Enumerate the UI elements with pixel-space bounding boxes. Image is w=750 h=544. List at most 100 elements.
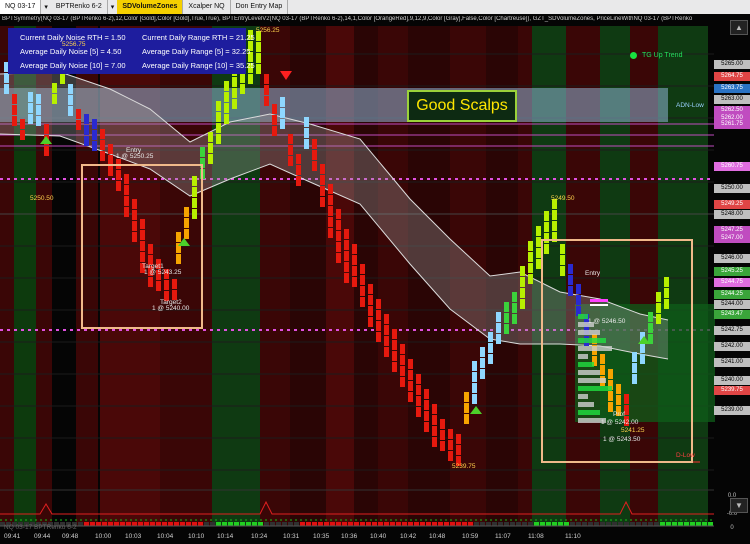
price-label: 5264.75 bbox=[714, 72, 750, 81]
price-label: 5240.00 bbox=[714, 376, 750, 385]
dropdown-chevron-icon[interactable]: ▾ bbox=[41, 3, 51, 11]
average-daily-range-5: Average Daily Range [5] = 32.25 bbox=[142, 47, 251, 56]
trend-strip-cell bbox=[678, 522, 683, 526]
renko-brick bbox=[60, 74, 65, 84]
renko-brick bbox=[344, 273, 349, 283]
time-label: 11:10 bbox=[565, 533, 581, 540]
renko-brick bbox=[84, 125, 89, 135]
trend-strip-cell bbox=[534, 522, 539, 526]
price-label: 5241.00 bbox=[714, 358, 750, 367]
renko-brick bbox=[68, 95, 73, 105]
renko-brick bbox=[84, 114, 89, 124]
dropdown-chevron-icon[interactable]: ▾ bbox=[108, 3, 118, 11]
trend-strip-cell bbox=[318, 522, 323, 526]
chart-area[interactable]: BPTSymmetry(NQ 03-17 (BPTRenko 6-2),12,C… bbox=[0, 14, 750, 544]
trend-strip-cell bbox=[558, 522, 563, 526]
trade-annotation: 1 @ 5242.00 bbox=[601, 419, 639, 426]
trend-strip-cell bbox=[684, 522, 689, 526]
renko-brick bbox=[568, 275, 573, 285]
renko-brick bbox=[432, 426, 437, 436]
good-scalps-banner: Good Scalps bbox=[407, 90, 517, 122]
trend-strip-cell bbox=[504, 522, 509, 526]
trend-strip-cell bbox=[570, 522, 575, 526]
renko-brick bbox=[344, 229, 349, 239]
time-label: 10:35 bbox=[313, 533, 330, 540]
renko-brick bbox=[336, 220, 341, 230]
renko-brick bbox=[116, 181, 121, 191]
renko-brick bbox=[264, 74, 269, 84]
chart-tab-4[interactable]: Don Entry Map bbox=[231, 0, 289, 14]
time-label: 10:59 bbox=[462, 533, 479, 540]
renko-brick bbox=[376, 310, 381, 320]
renko-brick bbox=[272, 126, 277, 136]
renko-brick bbox=[464, 392, 469, 402]
trend-strip-cell bbox=[144, 522, 149, 526]
time-label: 10:36 bbox=[341, 533, 358, 540]
trend-strip-cell bbox=[690, 522, 695, 526]
renko-brick bbox=[384, 336, 389, 346]
chart-tab-3[interactable]: Xcalper NQ bbox=[183, 0, 231, 14]
trend-strip-cell bbox=[120, 522, 125, 526]
volume-bar bbox=[578, 362, 594, 367]
trend-strip-cell bbox=[348, 522, 353, 526]
trend-strip-cell bbox=[102, 522, 107, 526]
renko-brick bbox=[504, 302, 509, 312]
renko-brick bbox=[552, 210, 557, 220]
trend-strip-cell bbox=[396, 522, 401, 526]
trend-strip-cell bbox=[582, 522, 587, 526]
trend-strip-cell bbox=[492, 522, 497, 526]
renko-brick bbox=[576, 284, 581, 294]
renko-brick bbox=[216, 101, 221, 111]
chart-tab-0[interactable]: NQ 03-17 bbox=[0, 0, 42, 14]
trend-strip-cell bbox=[438, 522, 443, 526]
price-mark-label: 5256.75 bbox=[62, 41, 86, 48]
renko-brick bbox=[456, 445, 461, 455]
scroll-down-button[interactable]: ▼ bbox=[730, 498, 748, 513]
trend-strip-cell bbox=[600, 522, 605, 526]
trend-strip-cell bbox=[270, 522, 275, 526]
renko-brick bbox=[496, 312, 501, 322]
renko-brick bbox=[264, 85, 269, 95]
trend-strip-cell bbox=[420, 522, 425, 526]
renko-brick bbox=[360, 297, 365, 307]
renko-brick bbox=[336, 231, 341, 241]
chart-tab-2[interactable]: SDVolumeZones bbox=[117, 0, 184, 14]
trend-strip-cell bbox=[486, 522, 491, 526]
price-label: 5263.75 bbox=[714, 84, 750, 93]
trend-strip-cell bbox=[330, 522, 335, 526]
renko-brick bbox=[416, 385, 421, 395]
volume-bar bbox=[578, 330, 600, 335]
renko-brick bbox=[376, 321, 381, 331]
renko-brick bbox=[560, 255, 565, 265]
renko-brick bbox=[432, 404, 437, 414]
renko-brick bbox=[132, 232, 137, 242]
renko-brick bbox=[232, 99, 237, 109]
renko-brick bbox=[600, 354, 605, 364]
renko-brick bbox=[232, 88, 237, 98]
renko-brick bbox=[664, 288, 669, 298]
scroll-up-button[interactable]: ▲ bbox=[730, 20, 748, 35]
daily-noise-panel: Current Daily Noise RTH = 1.50 Current D… bbox=[8, 28, 255, 74]
renko-brick bbox=[140, 241, 145, 251]
renko-brick bbox=[568, 286, 573, 296]
renko-brick bbox=[608, 391, 613, 401]
time-label: 10:14 bbox=[217, 533, 234, 540]
trend-strip-cell bbox=[336, 522, 341, 526]
renko-chart-canvas[interactable] bbox=[0, 14, 750, 544]
renko-brick bbox=[664, 299, 669, 309]
trend-strip-cell bbox=[540, 522, 545, 526]
renko-brick bbox=[448, 440, 453, 450]
average-daily-noise-5: Average Daily Noise [5] = 4.50 bbox=[20, 47, 122, 56]
renko-brick bbox=[36, 105, 41, 115]
renko-brick bbox=[352, 277, 357, 287]
trend-strip-cell bbox=[156, 522, 161, 526]
price-label: 5246.00 bbox=[714, 254, 750, 263]
renko-brick bbox=[280, 119, 285, 129]
trend-strip-cell bbox=[654, 522, 659, 526]
renko-brick bbox=[312, 150, 317, 160]
trend-strip-cell bbox=[456, 522, 461, 526]
renko-brick bbox=[560, 244, 565, 254]
renko-brick bbox=[464, 403, 469, 413]
renko-brick bbox=[76, 120, 81, 130]
chart-tab-1[interactable]: BPTRenko 6-2 bbox=[51, 0, 108, 14]
